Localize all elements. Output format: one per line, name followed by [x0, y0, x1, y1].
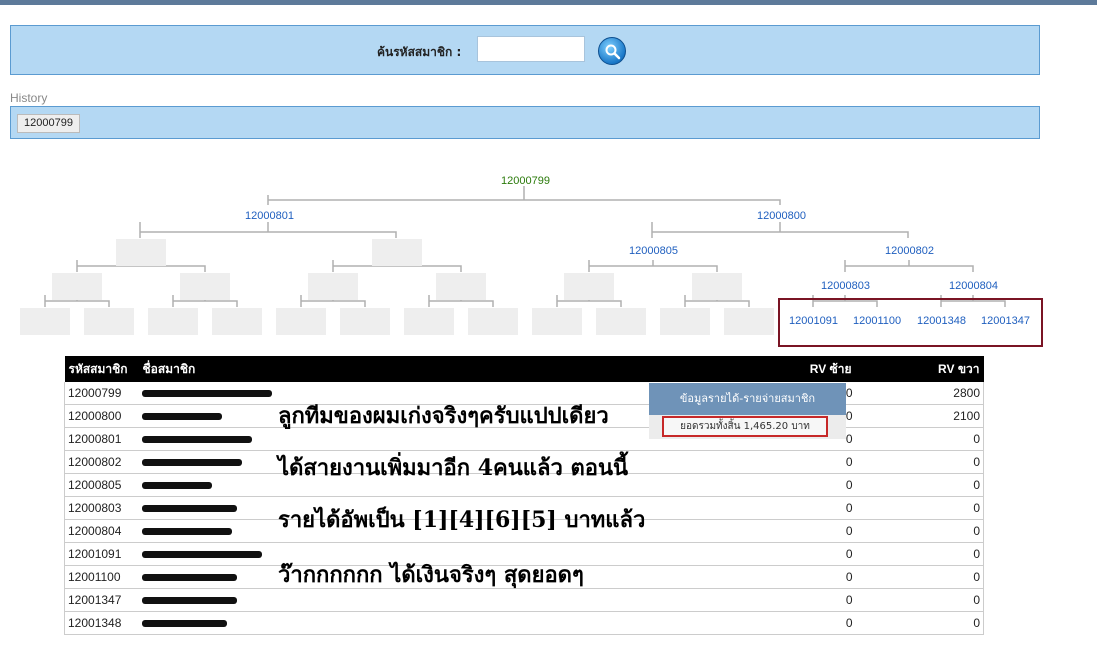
tree-node-root[interactable]: 12000799	[501, 175, 550, 187]
popup-title[interactable]: ข้อมูลรายได้-รายจ่ายสมาชิก	[649, 383, 846, 415]
rv-right: 0	[855, 588, 984, 612]
rv-left: 0	[727, 542, 856, 566]
top-bar	[0, 0, 1097, 5]
empty-node	[660, 308, 710, 335]
overlay-caption: รายได้อัพเป็น [1][4][6][5] บาทแล้ว	[278, 507, 646, 533]
member-name-redacted	[138, 611, 728, 635]
rv-right: 0	[855, 427, 984, 451]
rv-right: 0	[855, 519, 984, 543]
rv-left: 0	[727, 611, 856, 635]
search-panel: ค้นรหัสสมาชิก :	[10, 25, 1040, 75]
empty-node	[340, 308, 390, 335]
overlay-caption: ได้สายงานเพิ่มมาอีก 4คนแล้ว ตอนนี้	[278, 455, 629, 481]
empty-node	[180, 273, 230, 300]
highlight-box	[778, 298, 1043, 347]
overlay-caption: ว๊ากกกกกก ได้เงินจริงๆ สุดยอดๆ	[278, 562, 584, 588]
search-label: ค้นรหัสสมาชิก :	[377, 45, 462, 59]
rv-left: 0	[727, 496, 856, 520]
popup-total: ยอดรวมทั้งสิ้น 1,465.20 บาท	[662, 416, 828, 437]
member-code: 12001347	[64, 588, 139, 612]
magnifier-icon	[605, 44, 621, 60]
search-button[interactable]	[598, 37, 626, 65]
empty-node	[20, 308, 70, 335]
member-code: 12000803	[64, 496, 139, 520]
empty-node	[116, 239, 166, 266]
tree-node[interactable]: 12000805	[629, 245, 678, 257]
empty-node	[276, 308, 326, 335]
member-code: 12000801	[64, 427, 139, 451]
rv-right: 0	[855, 565, 984, 589]
member-code: 12000802	[64, 450, 139, 474]
tree-node[interactable]: 12000801	[245, 210, 294, 222]
empty-node	[564, 273, 614, 300]
tree-node[interactable]: 12000804	[949, 280, 998, 292]
rv-right: 0	[855, 542, 984, 566]
empty-node	[308, 273, 358, 300]
header-code: รหัสสมาชิก	[64, 356, 139, 382]
member-code: 12001348	[64, 611, 139, 635]
rv-right: 0	[855, 496, 984, 520]
member-code: 12000804	[64, 519, 139, 543]
empty-node	[436, 273, 486, 300]
rv-right: 0	[855, 450, 984, 474]
empty-node	[692, 273, 742, 300]
rv-right: 0	[855, 611, 984, 635]
rv-right: 2100	[855, 404, 984, 428]
member-code: 12001091	[64, 542, 139, 566]
history-panel: 12000799	[10, 106, 1040, 139]
history-chip[interactable]: 12000799	[17, 114, 80, 133]
rv-left: 0	[727, 588, 856, 612]
rv-left: 0	[727, 519, 856, 543]
empty-node	[148, 308, 198, 335]
rv-left: 0	[727, 565, 856, 589]
rv-right: 2800	[855, 382, 984, 405]
empty-node	[84, 308, 134, 335]
table-header-row: รหัสสมาชิก ชื่อสมาชิก RV ซ้าย RV ขวา	[64, 356, 984, 382]
empty-node	[596, 308, 646, 335]
empty-node	[372, 239, 422, 266]
member-code: 12000800	[64, 404, 139, 428]
empty-node	[532, 308, 582, 335]
header-rv-right: RV ขวา	[855, 356, 984, 382]
tree-node[interactable]: 12000800	[757, 210, 806, 222]
header-rv-left: RV ซ้าย	[727, 356, 856, 382]
member-code: 12001100	[64, 565, 139, 589]
member-code: 12000799	[64, 382, 139, 405]
income-popup: ข้อมูลรายได้-รายจ่ายสมาชิก ยอดรวมทั้งสิ้…	[649, 383, 846, 439]
table-row[interactable]: 12001348 0 0	[64, 611, 984, 635]
member-code: 12000805	[64, 473, 139, 497]
search-input[interactable]	[477, 36, 585, 62]
empty-node	[724, 308, 774, 335]
empty-node	[52, 273, 102, 300]
header-name: ชื่อสมาชิก	[138, 356, 728, 382]
rv-left: 0	[727, 450, 856, 474]
empty-node	[212, 308, 262, 335]
empty-node	[404, 308, 454, 335]
empty-node	[468, 308, 518, 335]
rv-left: 0	[727, 473, 856, 497]
rv-right: 0	[855, 473, 984, 497]
history-label: History	[10, 91, 48, 105]
overlay-caption: ลูกทีมของผมเก่งจริงๆครับแปปเดียว	[278, 403, 609, 429]
tree-node[interactable]: 12000802	[885, 245, 934, 257]
tree-node[interactable]: 12000803	[821, 280, 870, 292]
